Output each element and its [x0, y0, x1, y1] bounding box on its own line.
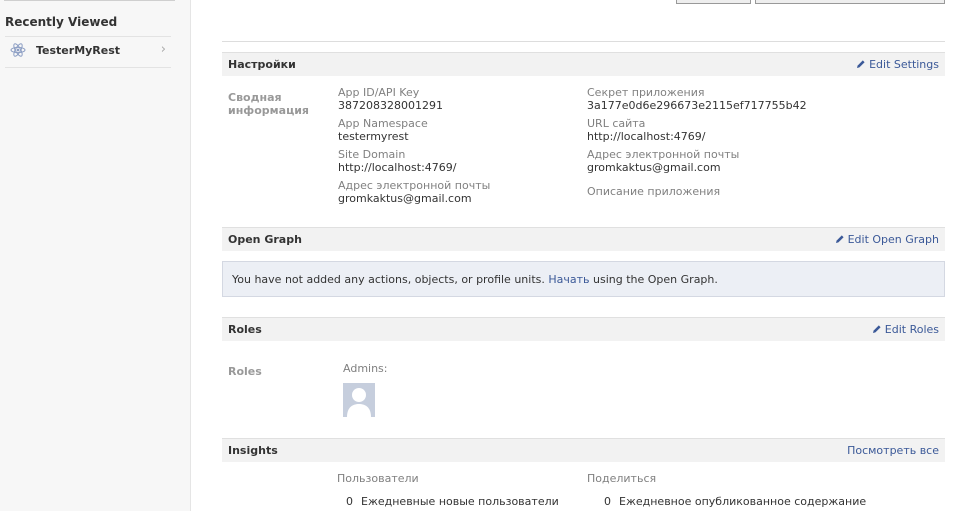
site-url-value: http://localhost:4769/: [587, 130, 706, 143]
edit-open-graph-label: Edit Open Graph: [847, 233, 939, 246]
settings-title: Настройки: [228, 58, 296, 71]
pencil-icon: [857, 60, 865, 68]
app-namespace-label: App Namespace: [338, 117, 428, 130]
roles-side-label: Roles: [228, 365, 262, 378]
view-all-insights-link[interactable]: Посмотреть все: [847, 444, 939, 457]
start-open-graph-link[interactable]: Начать: [548, 273, 589, 286]
insights-sharing-label: Ежедневное опубликованное содержание: [619, 495, 867, 508]
left-sidebar: Recently Viewed TesterMyRest ›: [0, 0, 191, 511]
settings-header: Настройки Edit Settings: [222, 52, 945, 76]
avatar[interactable]: [343, 383, 375, 417]
site-domain-value: http://localhost:4769/: [338, 161, 457, 174]
app-secret-value: 3a177e0d6e296673e2115ef717755b42: [587, 99, 807, 112]
pencil-icon: [835, 235, 844, 243]
top-button-1[interactable]: [676, 0, 751, 4]
site-url-label: URL сайта: [587, 117, 646, 130]
insights-users-label: Ежедневные новые пользователи: [361, 495, 559, 508]
pencil-icon: [872, 325, 881, 333]
admins-label: Admins:: [343, 362, 388, 375]
og-message-after: using the Open Graph.: [589, 273, 718, 286]
insights-users-count: 0: [346, 495, 353, 508]
app-description-label: Описание приложения: [587, 185, 721, 198]
insights-sharing-count: 0: [604, 495, 611, 508]
default-avatar-icon: [343, 383, 375, 417]
sidebar-item-testermyrest[interactable]: TesterMyRest ›: [5, 36, 171, 68]
open-graph-title: Open Graph: [228, 233, 302, 246]
email-value-right: gromkaktus@gmail.com: [587, 161, 721, 174]
roles-title: Roles: [228, 323, 262, 336]
email-label-right: Адрес электронной почты: [587, 148, 740, 161]
react-atom-icon: [10, 43, 26, 57]
site-domain-label: Site Domain: [338, 148, 406, 161]
app-namespace-value: testermyrest: [338, 130, 409, 143]
open-graph-message: You have not added any actions, objects,…: [232, 273, 718, 286]
app-id-value: 387208328001291: [338, 99, 443, 112]
edit-settings-label: Edit Settings: [869, 58, 939, 71]
recently-viewed-title: Recently Viewed: [5, 15, 118, 29]
open-graph-notice: You have not added any actions, objects,…: [222, 261, 945, 297]
sidebar-item-label: TesterMyRest: [36, 44, 121, 57]
email-label-left: Адрес электронной почты: [338, 179, 491, 192]
page-title-fragment: ▀ ▀: [225, 0, 262, 10]
edit-settings-link[interactable]: Edit Settings: [856, 58, 939, 71]
insights-title: Insights: [228, 444, 278, 457]
edit-open-graph-link[interactable]: Edit Open Graph: [835, 233, 939, 246]
app-secret-label: Секрет приложения: [587, 86, 705, 99]
top-button-2[interactable]: [755, 0, 945, 4]
insights-sharing-header: Поделиться: [587, 472, 657, 485]
open-graph-header: Open Graph Edit Open Graph: [222, 227, 945, 251]
insights-header: Insights Посмотреть все: [222, 438, 945, 462]
chevron-right-icon: ›: [160, 42, 166, 57]
edit-roles-label: Edit Roles: [884, 323, 939, 336]
app-id-label: App ID/API Key: [338, 86, 420, 99]
og-message-before: You have not added any actions, objects,…: [232, 273, 549, 286]
sidebar-top-divider: [4, 0, 175, 1]
insights-users-header: Пользователи: [337, 472, 419, 485]
edit-roles-link[interactable]: Edit Roles: [872, 323, 939, 336]
summary-side-label: Сводная информация: [228, 91, 309, 117]
email-value-left: gromkaktus@gmail.com: [338, 192, 472, 205]
top-divider: [222, 41, 945, 42]
roles-header: Roles Edit Roles: [222, 317, 945, 341]
